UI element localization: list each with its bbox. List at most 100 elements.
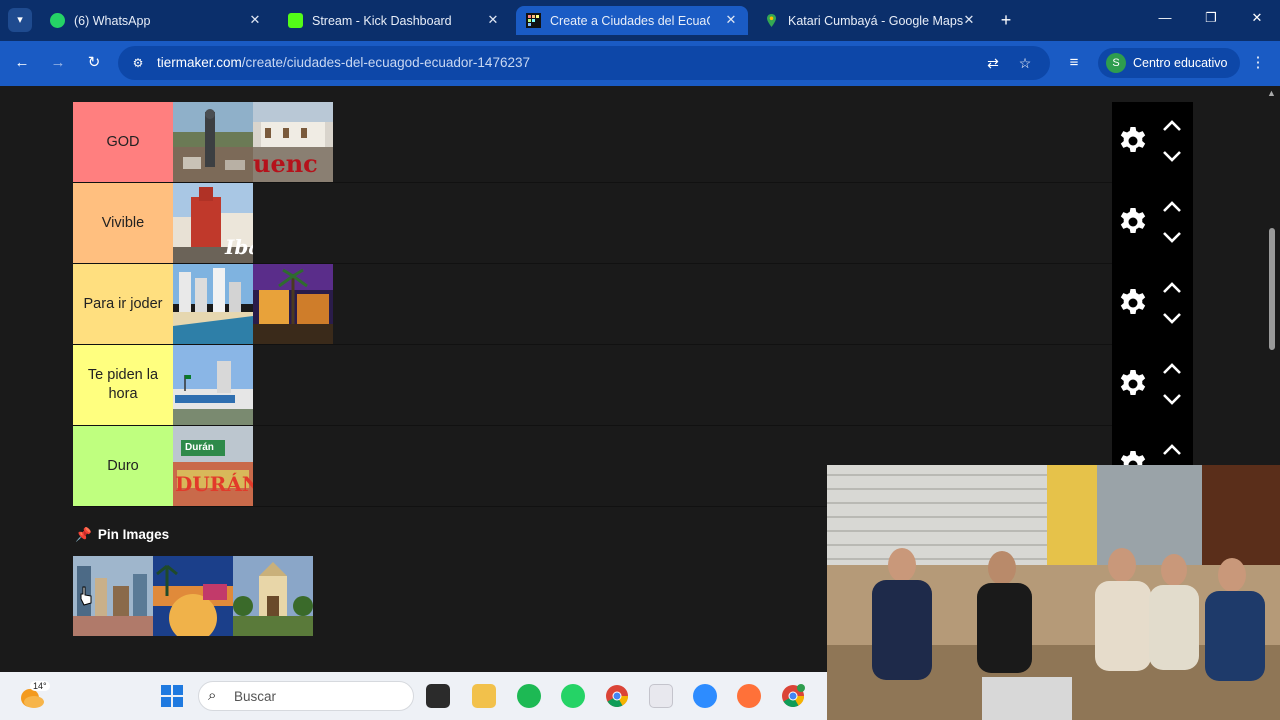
site-info-icon[interactable]: ⚙ xyxy=(130,55,146,71)
pin-images-tray[interactable] xyxy=(73,556,313,636)
chevron-up-icon[interactable] xyxy=(1161,280,1183,296)
tier-items[interactable]: uenc xyxy=(173,102,1112,182)
close-icon[interactable]: ✕ xyxy=(484,11,502,29)
pin-image[interactable] xyxy=(153,556,233,636)
close-icon[interactable]: ✕ xyxy=(722,11,740,29)
chevron-down-icon[interactable] xyxy=(1161,148,1183,164)
webcam-overlay xyxy=(827,465,1280,720)
restore-button[interactable]: ❐ xyxy=(1201,10,1221,26)
media-controls-icon[interactable]: ≡ xyxy=(1064,53,1084,73)
snipping-tool-icon[interactable] xyxy=(649,684,673,708)
tier-image[interactable] xyxy=(173,345,253,425)
close-window-button[interactable]: ✕ xyxy=(1247,10,1267,26)
image-text-overlay: DURÁN xyxy=(175,472,253,496)
task-view-icon[interactable] xyxy=(426,684,450,708)
tier-controls xyxy=(1112,345,1193,426)
search-icon: ⌕ xyxy=(208,687,217,704)
back-icon[interactable]: ← xyxy=(12,53,32,73)
profile-button[interactable]: S Centro educativo xyxy=(1098,48,1240,78)
new-tab-button[interactable]: + xyxy=(996,10,1016,31)
pushpin-icon: 📌 xyxy=(75,527,92,542)
minimize-button[interactable]: — xyxy=(1155,10,1175,25)
profile-label: Centro educativo xyxy=(1133,56,1228,70)
chevron-down-icon[interactable] xyxy=(1161,310,1183,326)
tab-label: Stream - Kick Dashboard xyxy=(312,14,452,28)
whatsapp-icon xyxy=(50,13,65,28)
close-icon[interactable]: ✕ xyxy=(246,11,264,29)
chrome-icon[interactable] xyxy=(605,684,629,708)
windows-taskbar: 14° ⌕ Buscar xyxy=(0,672,827,720)
tier-image[interactable] xyxy=(173,264,253,344)
firefox-icon[interactable] xyxy=(737,684,761,708)
weather-widget[interactable]: 14° xyxy=(18,680,50,710)
tier-image[interactable] xyxy=(253,264,333,344)
url-text[interactable]: tiermaker.com/create/ciudades-del-ecuago… xyxy=(157,55,530,70)
file-explorer-icon[interactable] xyxy=(472,684,496,708)
zoom-icon[interactable] xyxy=(693,684,717,708)
tier-row-god: GOD uenc xyxy=(73,102,1193,183)
tier-label[interactable]: Vivible xyxy=(73,183,173,263)
gear-icon[interactable] xyxy=(1117,206,1149,238)
tab-search-button[interactable]: ▾ xyxy=(8,8,32,32)
tier-items[interactable] xyxy=(173,264,1112,344)
chevron-up-icon[interactable] xyxy=(1161,361,1183,377)
tier-image[interactable]: uenc xyxy=(253,102,333,182)
bookmark-star-icon[interactable]: ☆ xyxy=(1016,54,1034,72)
tier-items[interactable]: Iba xyxy=(173,183,1112,263)
image-text-overlay: Iba xyxy=(225,235,253,259)
chevron-down-icon[interactable] xyxy=(1161,229,1183,245)
chevron-up-icon[interactable] xyxy=(1161,199,1183,215)
tier-label[interactable]: Para ir joder xyxy=(73,264,173,344)
tier-image[interactable]: Iba xyxy=(173,183,253,263)
tab-label: (6) WhatsApp xyxy=(74,14,151,28)
translate-icon[interactable]: ⇄ xyxy=(984,54,1002,72)
image-text-overlay: uenc xyxy=(253,149,318,178)
tab-whatsapp[interactable]: (6) WhatsApp ✕ xyxy=(40,6,272,35)
tier-items[interactable] xyxy=(173,345,1112,425)
webcam-video xyxy=(827,465,1280,720)
tab-tiermaker[interactable]: Create a Ciudades del EcuaGOD ✕ xyxy=(516,6,748,35)
tier-list: GOD uenc Vivible Ib Para ir joder Te pid… xyxy=(73,102,1193,507)
tier-controls xyxy=(1112,183,1193,264)
tier-label[interactable]: Te piden la hora xyxy=(73,345,173,425)
address-bar[interactable]: ⚙ tiermaker.com/create/ciudades-del-ecua… xyxy=(118,46,1050,80)
tier-row-para-ir-joder: Para ir joder xyxy=(73,264,1193,345)
tiermaker-icon xyxy=(526,13,541,28)
forward-icon[interactable]: → xyxy=(48,53,68,73)
tier-image[interactable]: Durán DURÁN xyxy=(173,426,253,506)
tier-controls xyxy=(1112,264,1193,345)
whatsapp-icon[interactable] xyxy=(561,684,585,708)
gear-icon[interactable] xyxy=(1117,368,1149,400)
tier-label[interactable]: Duro xyxy=(73,426,173,506)
tab-label: Katari Cumbayá - Google Maps xyxy=(788,14,964,28)
tier-image[interactable] xyxy=(173,102,253,182)
menu-kebab-icon[interactable]: ⋮ xyxy=(1248,53,1268,73)
scroll-thumb[interactable] xyxy=(1269,228,1275,350)
tab-google-maps[interactable]: Katari Cumbayá - Google Maps ✕ xyxy=(754,6,986,35)
gear-icon[interactable] xyxy=(1117,287,1149,319)
tier-controls xyxy=(1112,102,1193,183)
maps-pin-icon xyxy=(764,13,779,28)
image-text-overlay: Durán xyxy=(185,442,214,453)
kick-icon xyxy=(288,13,303,28)
chevron-down-icon[interactable] xyxy=(1161,391,1183,407)
scroll-up-icon[interactable]: ▲ xyxy=(1267,88,1276,98)
chevron-up-icon[interactable] xyxy=(1161,442,1183,458)
browser-toolbar: ← → ↻ ⚙ tiermaker.com/create/ciudades-de… xyxy=(0,41,1280,86)
windows-start-icon[interactable] xyxy=(160,684,184,708)
weather-temperature: 14° xyxy=(30,681,50,691)
taskbar-search[interactable]: ⌕ Buscar xyxy=(198,681,414,711)
gear-icon[interactable] xyxy=(1117,125,1149,157)
tier-row-vivible: Vivible Iba xyxy=(73,183,1193,264)
reload-icon[interactable]: ↻ xyxy=(84,53,104,73)
spotify-icon[interactable] xyxy=(517,684,541,708)
tab-strip: ▾ (6) WhatsApp ✕ Stream - Kick Dashboard… xyxy=(0,0,1280,41)
tab-kick[interactable]: Stream - Kick Dashboard ✕ xyxy=(278,6,510,35)
chevron-up-icon[interactable] xyxy=(1161,118,1183,134)
tier-label[interactable]: GOD xyxy=(73,102,173,182)
tab-label: Create a Ciudades del EcuaGOD xyxy=(550,14,710,28)
pin-image[interactable] xyxy=(233,556,313,636)
chrome-profile-icon[interactable] xyxy=(781,684,805,708)
pin-images-header: 📌 Pin Images xyxy=(75,527,169,543)
close-icon[interactable]: ✕ xyxy=(960,11,978,29)
